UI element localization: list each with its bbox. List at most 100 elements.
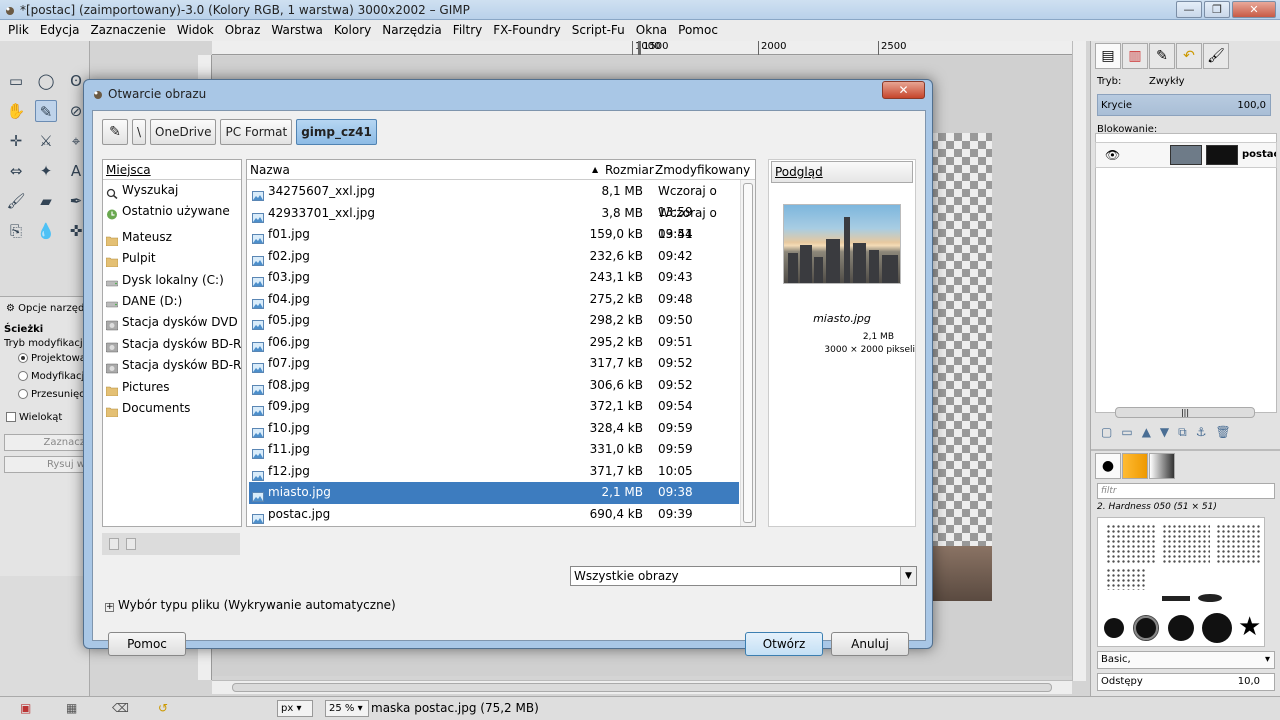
spray-brush[interactable] [1106,524,1156,564]
file-row[interactable]: f09.jpg 372,1 kB 09:54 [249,396,739,418]
place-item[interactable]: Stacja dysków DVD R... [103,312,241,333]
polygonal-checkbox[interactable]: Wielokąt [6,412,62,423]
file-row[interactable]: f11.jpg 331,0 kB 09:59 [249,439,739,461]
file-row[interactable]: f12.jpg 371,7 kB 10:05 [249,461,739,483]
file-row[interactable]: f03.jpg 243,1 kB 09:43 [249,267,739,289]
file-type-expander[interactable]: + Wybór typu pliku (Wykrywanie automatycz… [105,598,396,612]
file-row[interactable]: 34275607_xxl.jpg 8,1 MB Wczoraj o 13:59 [249,181,739,219]
place-item[interactable]: DANE (D:) [103,291,241,312]
column-modified[interactable]: Zmodyfikowany [655,163,750,177]
delete-layer-icon[interactable]: 🗑 [1216,425,1231,440]
menu-filtry[interactable]: Filtry [448,20,488,41]
layers-scrollbar[interactable]: ||| [1115,407,1255,418]
new-group-icon[interactable]: ▭ [1121,425,1132,440]
spray-brush[interactable] [1106,568,1146,590]
undo-tab-icon[interactable]: ↶ [1176,43,1202,69]
ellipse-select-tool-icon[interactable]: ◯ [35,70,57,92]
paths-tab-icon[interactable]: ✎ [1149,43,1175,69]
menu-warstwa[interactable]: Warstwa [266,20,329,41]
file-row[interactable]: f08.jpg 306,6 kB 09:52 [249,375,739,397]
mode-edit-radio[interactable]: Modyfikacja [18,371,90,382]
cancel-button[interactable]: Anuluj [831,632,909,656]
round-brush-selected[interactable] [1133,615,1159,641]
place-item[interactable]: Stacja dysków BD-R... [103,355,241,376]
canvas-horizontal-scrollbar[interactable] [212,680,1072,694]
scrollbar-thumb[interactable] [232,683,1052,692]
menu-obraz[interactable]: Obraz [220,20,267,41]
export-icon[interactable]: ▦ [66,701,77,715]
menu-okna[interactable]: Okna [631,20,673,41]
menu-pomoc[interactable]: Pomoc [673,20,724,41]
path-gimp-cz41-button[interactable]: gimp_cz41 [296,119,377,145]
path-pcformat-button[interactable]: PC Format [220,119,293,145]
rect-select-tool-icon[interactable]: ▭ [5,70,27,92]
column-name[interactable]: Nazwa [250,163,290,177]
reset-icon[interactable]: ↺ [158,701,168,715]
place-item[interactable]: Ostatnio używane [103,201,241,222]
maximize-button[interactable]: ❐ [1204,1,1230,18]
foreground-select-tool-icon[interactable]: ✋ [5,100,27,122]
pattern-tab-icon[interactable] [1122,453,1148,479]
file-row[interactable]: f10.jpg 328,4 kB 09:59 [249,418,739,440]
file-row[interactable]: f02.jpg 232,6 kB 09:42 [249,246,739,268]
star-brush-icon[interactable]: ★ [1238,614,1261,640]
open-button[interactable]: Otwórz [745,632,823,656]
raise-layer-icon[interactable]: ▲ [1142,425,1151,440]
gradient-tab-icon[interactable] [1149,453,1175,479]
type-location-button[interactable]: ✎ [102,119,128,145]
file-row[interactable]: f07.jpg 317,7 kB 09:52 [249,353,739,375]
visibility-eye-icon[interactable]: 👁 [1105,148,1120,162]
new-layer-icon[interactable]: ▢ [1101,425,1112,440]
menu-edycja[interactable]: Edycja [35,20,86,41]
spray-brush[interactable] [1216,524,1260,564]
preview-header[interactable]: Podgląd [771,161,913,183]
move-tool-icon[interactable]: ✛ [5,130,27,152]
layer-row[interactable]: 👁 postac.jpg [1095,142,1277,168]
stroke-path-button[interactable]: Rysuj w [4,456,90,473]
place-item[interactable]: Documents [103,398,241,419]
trash-icon[interactable]: ⌫ [112,701,129,715]
brush-filter-input[interactable]: filtr [1097,483,1275,499]
column-size[interactable]: Rozmiar [605,163,654,177]
help-button[interactable]: Pomoc [108,632,186,656]
place-item[interactable]: Wyszukaj [103,180,241,201]
canvas-vertical-scrollbar[interactable] [1072,41,1086,681]
menu-narzedzia[interactable]: Narzędzia [377,20,448,41]
file-row[interactable]: f01.jpg 159,0 kB 09:41 [249,224,739,246]
brush-tab-icon[interactable]: ● [1095,453,1121,479]
layers-tab-icon[interactable]: ▤ [1095,43,1121,69]
round-brush[interactable] [1202,613,1232,643]
round-brush[interactable] [1104,618,1124,638]
anchor-layer-icon[interactable]: ⚓ [1196,425,1207,440]
place-item[interactable]: Mateusz [103,227,241,248]
place-item[interactable]: Pictures [103,377,241,398]
menu-plik[interactable]: Plik [3,20,35,41]
place-item[interactable]: Dysk lokalny (C:) [103,270,241,291]
dialog-close-button[interactable]: ✕ [882,81,925,99]
scrollbar-thumb[interactable] [743,183,753,523]
file-row[interactable]: f05.jpg 298,2 kB 09:50 [249,310,739,332]
brush-preset-select[interactable]: Basic, ▾ [1097,651,1275,669]
paintbrush-tool-icon[interactable]: 🖌 [5,190,27,212]
clone-tool-icon[interactable]: ⎘ [5,220,27,242]
file-row[interactable]: miasto.jpg 2,1 MB 09:38 [249,482,739,504]
path-onedrive-button[interactable]: OneDrive [150,119,217,145]
place-item[interactable]: Stacja dysków BD-R... [103,334,241,355]
menu-kolory[interactable]: Kolory [329,20,377,41]
file-row[interactable]: 42933701_xxl.jpg 3,8 MB Wczoraj o 13:54 [249,203,739,241]
lower-layer-icon[interactable]: ▼ [1160,425,1169,440]
spray-brush[interactable] [1162,524,1210,564]
file-type-filter-select[interactable]: Wszystkie obrazy ▼ [570,566,917,586]
file-row[interactable]: f06.jpg 295,2 kB 09:51 [249,332,739,354]
menu-zaznaczenie[interactable]: Zaznaczenie [85,20,171,41]
layer-mode-value[interactable]: Zwykły [1149,76,1185,87]
brushes-tab-icon[interactable]: 🖌 [1203,43,1229,69]
blur-tool-icon[interactable]: 💧 [35,220,57,242]
file-row[interactable]: postac.jpg 690,4 kB 09:39 [249,504,739,526]
ellipse-brush[interactable] [1198,594,1222,602]
channels-tab-icon[interactable]: ▥ [1122,43,1148,69]
file-row[interactable]: f04.jpg 275,2 kB 09:48 [249,289,739,311]
menu-widok[interactable]: Widok [172,20,220,41]
menu-script-fu[interactable]: Script-Fu [567,20,631,41]
places-header[interactable]: Miejsca [103,160,241,180]
